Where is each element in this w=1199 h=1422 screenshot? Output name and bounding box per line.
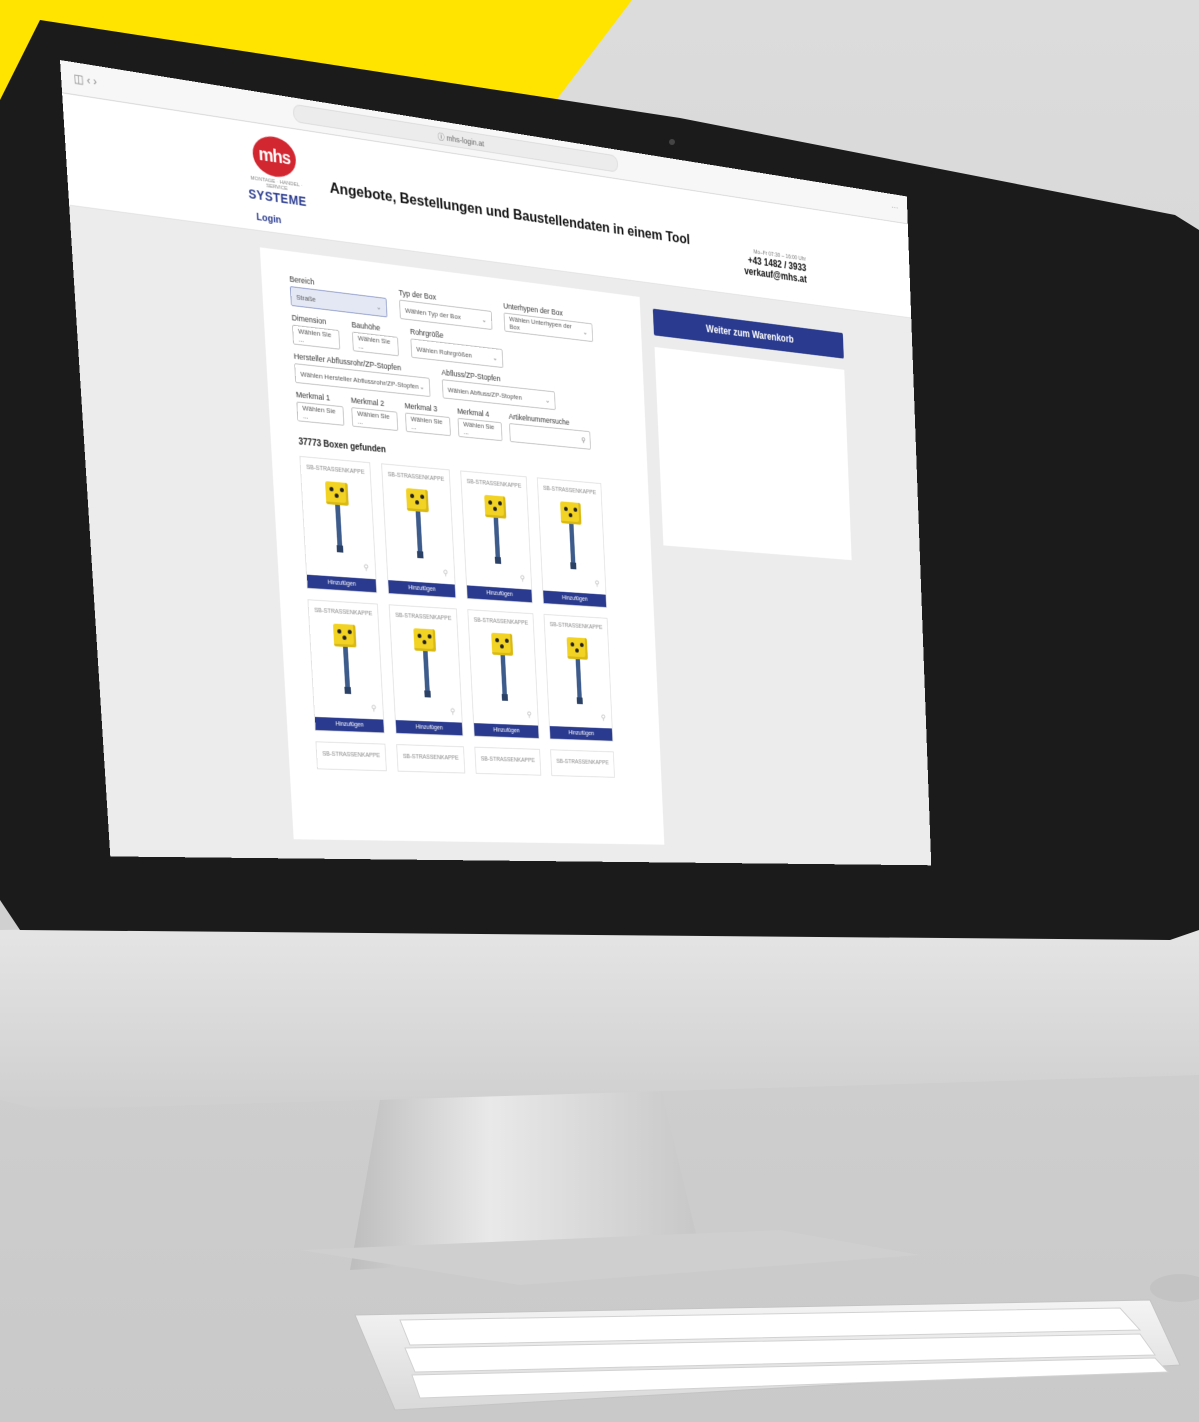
product-image[interactable] [562,637,594,705]
product-image[interactable] [320,481,356,554]
filter-box-type: Typ der Box Wählen Typ der Box ⌄ [398,288,493,331]
product-title: SB-STRASSENKAPPE [322,751,381,760]
browser-menu-icon[interactable]: ⋯ [891,202,898,214]
configurator-panel: Bereich Straße ⌄ Typ der Box Wählen Typ d… [259,247,665,845]
product-title: SB-STRASSENKAPPE [542,485,597,497]
product-title: SB-STRASSENKAPPE [402,753,459,762]
chevron-down-icon: ⌄ [582,327,588,336]
chevron-down-icon: ⌄ [419,382,425,391]
zoom-icon[interactable]: ⚲ [601,713,606,722]
search-icon: ⚲ [581,435,586,444]
filter-stopper: Abfluss/ZP-Stopfen Wählen Abfluss/ZP-Sto… [441,368,556,411]
product-card[interactable]: SB-STRASSENKAPPE ⚲ Hinzufügen [307,599,385,734]
filter-feature-4: Merkmal 4 Wählen Sie ... [457,407,503,442]
product-card[interactable]: SB-STRASSENKAPPE [474,746,542,776]
browser-back-icon[interactable]: ◫ ‹ › [73,71,97,88]
chevron-down-icon: ⌄ [481,315,487,324]
add-to-cart-button[interactable]: Hinzufügen [314,716,384,733]
feature-1-select[interactable]: Wählen Sie ... [296,401,345,426]
company-logo[interactable]: mhs MONTAGE · HANDEL · SERVICE SYSTEME [245,132,307,209]
zoom-icon[interactable]: ⚲ [443,568,449,578]
product-card[interactable]: SB-STRASSENKAPPE ⚲ Hinzufügen [388,604,464,737]
add-to-cart-button[interactable]: Hinzufügen [543,590,607,608]
chevron-down-icon: ⌄ [544,395,551,405]
filter-pipe-size: Rohrgröße Wählen Rohrgrößen ⌄ [410,327,504,369]
product-title: SB-STRASSENKAPPE [473,617,529,627]
zoom-icon[interactable]: ⚲ [371,704,377,714]
page-tagline: Angebote, Bestellungen und Baustellendat… [329,179,691,248]
add-to-cart-button[interactable]: Hinzufügen [395,720,463,736]
filter-feature-3: Merkmal 3 Wählen Sie ... [404,401,451,437]
contact-info: Mo–Fr 07:30 – 16:00 Uhr +43 1482 / 3933 … [743,248,807,285]
product-title: SB-STRASSENKAPPE [556,758,609,767]
product-card[interactable]: SB-STRASSENKAPPE ⚲ Hinzufügen [536,477,607,608]
logo-initials: mhs [257,143,291,169]
product-image[interactable] [487,632,520,701]
product-card[interactable]: SB-STRASSENKAPPE ⚲ Hinzufügen [381,463,457,599]
cart-panel: Weiter zum Warenkorb [652,299,862,848]
filter-article-search: Artikelnummersuche ⚲ [509,412,591,450]
filter-form: Bereich Straße ⌄ Typ der Box Wählen Typ d… [289,274,632,453]
product-title: SB-STRASSENKAPPE [480,756,536,764]
product-grid: SB-STRASSENKAPPE ⚲ Hinzufügen SB-STRASSE… [299,455,647,779]
product-card[interactable]: SB-STRASSENKAPPE [550,749,615,778]
product-title: SB-STRASSENKAPPE [387,471,445,483]
product-card[interactable]: SB-STRASSENKAPPE ⚲ Hinzufügen [543,613,614,742]
cart-summary-box [654,346,852,561]
product-title: SB-STRASSENKAPPE [306,464,365,476]
filter-manufacturer: Hersteller Abflussrohr/ZP-Stopfen Wählen… [294,352,431,398]
logo-mark: mhs [251,133,297,180]
add-to-cart-button[interactable]: Hinzufügen [388,580,456,598]
product-title: SB-STRASSENKAPPE [314,607,373,618]
product-card[interactable]: SB-STRASSENKAPPE ⚲ Hinzufügen [299,455,378,594]
filter-bereich: Bereich Straße ⌄ [289,274,388,318]
zoom-icon[interactable]: ⚲ [520,574,525,584]
zoom-icon[interactable]: ⚲ [527,710,532,719]
product-card[interactable]: SB-STRASSENKAPPE ⚲ Hinzufügen [467,609,540,739]
filter-feature-1: Merkmal 1 Wählen Sie ... [296,390,345,426]
height-select[interactable]: Wählen Sie ... [351,331,399,357]
filter-feature-2: Merkmal 2 Wählen Sie ... [351,396,399,432]
product-title: SB-STRASSENKAPPE [549,621,603,631]
product-image[interactable] [328,623,364,695]
product-title: SB-STRASSENKAPPE [466,478,522,490]
filter-dimension: Dimension Wählen Sie ... [291,313,341,350]
browser-window: ◫ ‹ › ⓘ mhs-login.at ⋯ mhs MONTAGE · HAN… [60,60,932,866]
zoom-icon[interactable]: ⚲ [450,707,456,717]
feature-3-select[interactable]: Wählen Sie ... [405,412,451,437]
add-to-cart-button[interactable]: Hinzufügen [306,574,377,593]
product-card[interactable]: SB-STRASSENKAPPE ⚲ Hinzufügen [460,470,533,604]
filter-height: Bauhöhe Wählen Sie ... [351,320,399,357]
product-card[interactable]: SB-STRASSENKAPPE [396,744,466,774]
zoom-icon[interactable]: ⚲ [363,563,369,573]
product-image[interactable] [401,488,436,560]
chevron-down-icon: ⌄ [375,302,382,312]
feature-2-select[interactable]: Wählen Sie ... [351,407,399,432]
chevron-down-icon: ⌄ [492,353,498,362]
login-link[interactable]: Login [256,212,281,226]
product-image[interactable] [480,494,513,565]
product-image[interactable] [409,628,443,698]
product-title: SB-STRASSENKAPPE [395,612,452,622]
product-card[interactable]: SB-STRASSENKAPPE [315,741,387,772]
add-to-cart-button[interactable]: Hinzufügen [549,726,613,741]
filter-box-subtype: Unterhypen der Box Wählen Unterhypen der… [503,301,594,343]
add-to-cart-button[interactable]: Hinzufügen [466,585,532,603]
add-to-cart-button[interactable]: Hinzufügen [473,723,539,739]
feature-4-select[interactable]: Wählen Sie ... [457,417,503,442]
zoom-icon[interactable]: ⚲ [594,579,599,588]
dimension-select[interactable]: Wählen Sie ... [292,324,341,350]
product-image[interactable] [556,501,588,570]
